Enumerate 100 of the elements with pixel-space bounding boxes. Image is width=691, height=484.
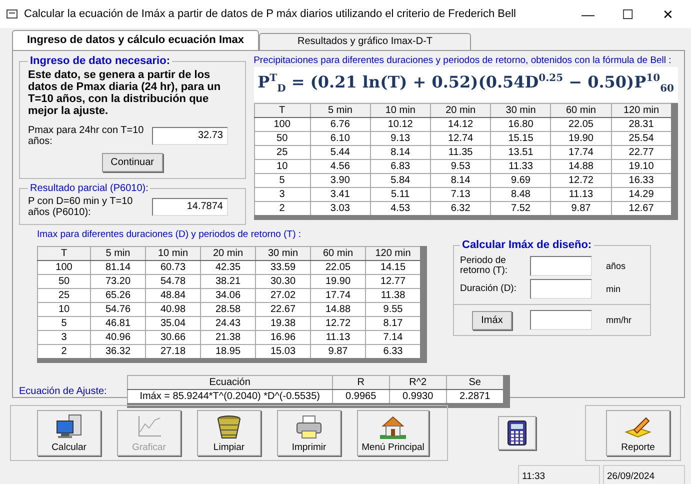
- toolbar-button[interactable]: Limpiar: [197, 410, 261, 456]
- imax-button[interactable]: Imáx: [472, 310, 512, 330]
- window-title: Calcular la ecuación de Imáx a partir de datos de P máx diarios utilizando el criterio de Frederich Bell: [24, 8, 517, 20]
- table-cell: 10: [254, 159, 310, 174]
- status-date: 26/09/2024: [603, 465, 685, 484]
- column-header: R: [332, 376, 390, 390]
- input-field[interactable]: [530, 279, 592, 299]
- description-text: Este dato, se genera a partir de los datos de Pmax diaria (24 hr), para un T=10 años, con la distribución que mejor la ajuste.: [28, 69, 222, 117]
- table-cell: 8.14: [370, 145, 430, 160]
- toolbar-button[interactable]: Menú Principal: [357, 410, 429, 456]
- toolbar-button[interactable]: Imprimir: [277, 410, 341, 456]
- basket-icon: [215, 414, 243, 440]
- column-header: 10 min: [370, 103, 430, 118]
- table-cell: 11.13: [310, 330, 366, 344]
- table-cell: 3: [38, 330, 90, 344]
- table-cell: 100: [38, 260, 90, 274]
- table-cell: 3.90: [310, 173, 370, 188]
- calculator-icon: [507, 420, 527, 446]
- result-field[interactable]: [530, 310, 592, 330]
- table-cell: 5: [254, 173, 310, 188]
- column-header: 30 min: [256, 246, 310, 260]
- group-title: Resultado parcial (P6010):: [29, 183, 150, 194]
- field-label: P con D=60 min y T=10 años (P6010):: [28, 196, 134, 218]
- table-cell: 5.84: [370, 173, 430, 188]
- table-cell: 14.88: [550, 159, 612, 174]
- table-cell: 9.69: [490, 173, 551, 188]
- table-cell: 11.35: [430, 145, 491, 160]
- column-header: 5 min: [90, 246, 146, 260]
- table-cell: 9.13: [370, 131, 430, 146]
- tab[interactable]: Resultados y gráfico Imax-D-T: [259, 33, 472, 50]
- field-label: Duración (D):: [460, 284, 518, 294]
- table-cell: 3: [254, 187, 310, 202]
- column-header: Ecuación: [127, 376, 332, 390]
- table-cell: 15.15: [490, 131, 551, 146]
- table-cell: 19.38: [256, 316, 310, 330]
- column-header: 20 min: [430, 103, 491, 118]
- tab[interactable]: Ingreso de datos y cálculo ecuación Imax: [12, 30, 260, 50]
- table-cell: 3.41: [310, 187, 370, 202]
- column-header: 10 min: [146, 246, 200, 260]
- table-cell: 16.80: [490, 117, 551, 132]
- table-cell: 30.30: [256, 274, 310, 288]
- table-cell: 25: [254, 145, 310, 160]
- window-control[interactable]: —: [571, 6, 605, 22]
- table-cell: 81.14: [90, 260, 146, 274]
- printer-icon: [295, 414, 323, 440]
- table-cell: 54.78: [146, 274, 200, 288]
- table-cell: 24.43: [200, 316, 256, 330]
- table-cell: 5: [38, 316, 90, 330]
- table-cell: 34.06: [200, 288, 256, 302]
- unit-label: mm/hr: [606, 315, 632, 325]
- table-cell: 50: [38, 274, 90, 288]
- table-cell: 10: [38, 302, 90, 316]
- table-cell: 50: [254, 131, 310, 146]
- unit-label: min: [606, 284, 621, 294]
- table-cell: 42.35: [200, 260, 256, 274]
- column-header: 5 min: [310, 103, 370, 118]
- table-cell: 73.20: [90, 274, 146, 288]
- table-cell: 46.81: [90, 316, 146, 330]
- status-time: 11:33: [518, 465, 600, 484]
- input-field[interactable]: [530, 256, 592, 276]
- table-cell: 16.96: [256, 330, 310, 344]
- group-title: Ingreso de dato necesario:: [29, 55, 171, 67]
- table-cell: 9.53: [430, 159, 491, 174]
- table-cell: Imáx = 85.9244*T^(0.2040) *D^(-0.5535): [127, 390, 332, 406]
- table-cell: 2: [254, 201, 310, 218]
- table-caption: Imax para diferentes duraciones (D) y periodos de retorno (T) :: [37, 229, 302, 240]
- column-header: T: [38, 246, 90, 260]
- window-control[interactable]: ☐: [611, 6, 645, 22]
- table-cell: 13.51: [490, 145, 551, 160]
- computer-icon: [55, 414, 83, 440]
- table-cell: 48.84: [146, 288, 200, 302]
- calculator-button[interactable]: [498, 416, 536, 450]
- window-control[interactable]: ✕: [651, 6, 685, 22]
- fit-label: Ecuación de Ajuste:: [19, 386, 107, 397]
- toolbar-button[interactable]: Calcular: [37, 410, 101, 456]
- unit-label: años: [606, 261, 626, 271]
- table-cell: 60.73: [146, 260, 200, 274]
- continue-button[interactable]: Continuar: [102, 153, 163, 172]
- table-cell: 14.12: [430, 117, 491, 132]
- table-cell: 22.67: [256, 302, 310, 316]
- table-cell: 10.12: [370, 117, 430, 132]
- table-cell: 8.14: [430, 173, 491, 188]
- table-cell: 33.59: [256, 260, 310, 274]
- column-header: 30 min: [490, 103, 551, 118]
- table-cell: 6.83: [370, 159, 430, 174]
- result-field[interactable]: 14.7874: [152, 198, 228, 216]
- table-cell: 11.33: [490, 159, 551, 174]
- table-cell: 21.38: [200, 330, 256, 344]
- table-cell: 7.13: [430, 187, 491, 202]
- report-button[interactable]: Reporte: [606, 410, 670, 456]
- table-cell: 11.13: [550, 187, 612, 202]
- table-cell: 6.10: [310, 131, 370, 146]
- input-field[interactable]: 32.73: [152, 127, 228, 145]
- column-header: R^2: [389, 376, 446, 390]
- field-label: Periodo de retorno (T):: [460, 256, 509, 276]
- field-label: Pmax para 24hr con T=10 años:: [28, 125, 145, 147]
- table-cell: 19.90: [310, 274, 366, 288]
- table-cell: 17.74: [310, 288, 366, 302]
- table-caption: Precipitaciones para diferentes duraciones y periodos de retorno, obtenidos con la fórmula de Bell :: [254, 55, 672, 66]
- table-cell: 28.58: [200, 302, 256, 316]
